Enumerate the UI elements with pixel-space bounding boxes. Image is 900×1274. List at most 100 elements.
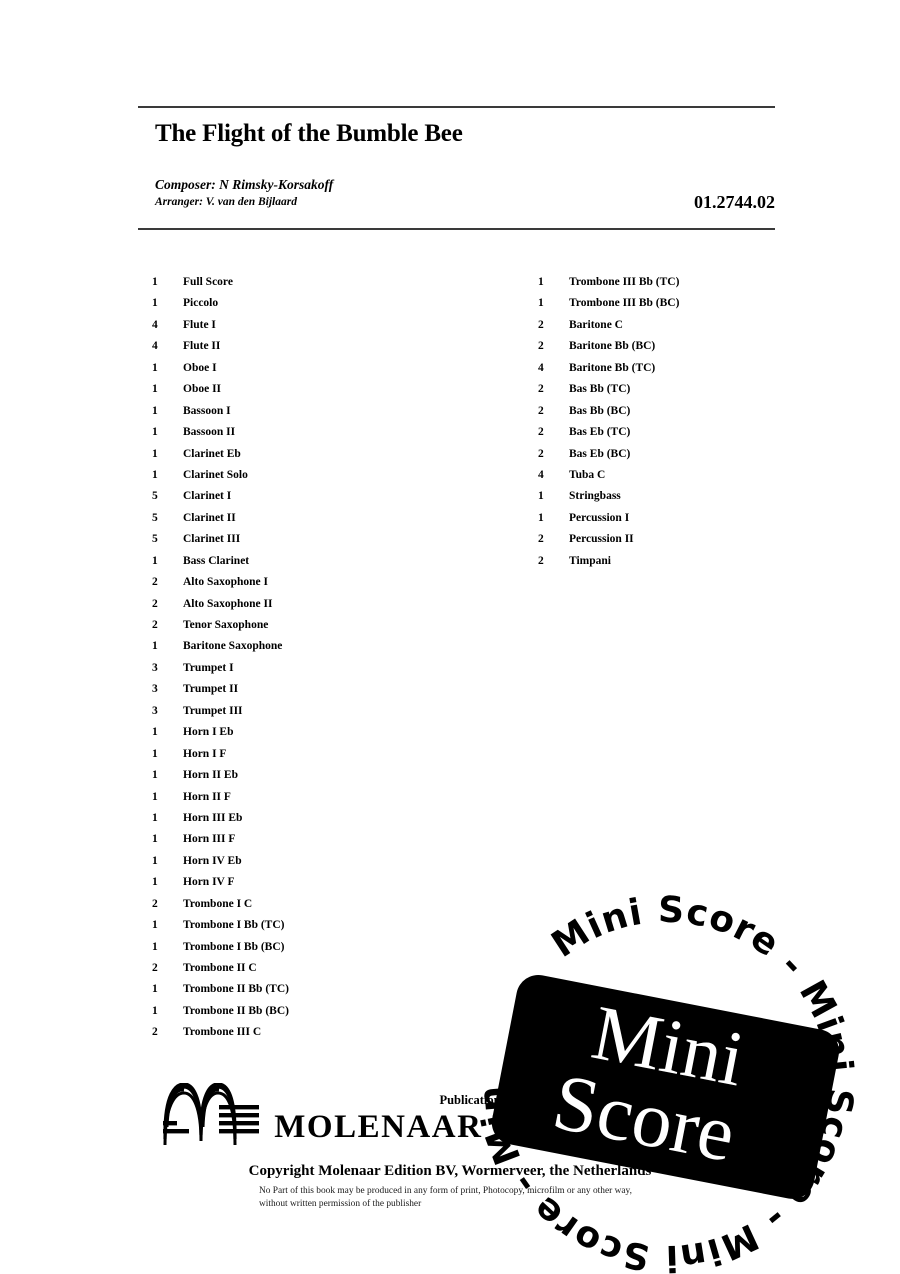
score-cover-page: The Flight of the Bumble Bee Composer: N… [0,0,900,1274]
instrument-quantity: 1 [538,297,544,310]
instrument-name: Baritone C [569,318,623,331]
fineprint-line-2: without written permission of the publis… [259,1198,422,1209]
fineprint-line-1: No Part of this book may be produced in … [259,1186,632,1196]
instrument-name: Trumpet II [183,683,239,696]
instrument-quantity: 1 [152,747,158,760]
publication-tag: Publication [439,1093,501,1107]
instrument-name: Horn III Eb [183,811,243,824]
instrument-quantity: 5 [152,533,158,546]
instrument-quantity: 1 [152,726,158,739]
instrument-quantity: 1 [152,447,158,460]
instrument-name: Baritone Bb (BC) [569,340,656,353]
instrument-name: Horn IV F [183,876,235,889]
instrument-quantity: 1 [152,833,158,846]
header-top-rule [138,106,775,108]
instrument-name: Clarinet II [183,511,236,524]
instrument-quantity: 1 [152,640,158,653]
instrument-name: Baritone Saxophone [183,640,283,653]
instrument-name: Clarinet Solo [183,468,248,481]
instrument-quantity: 4 [152,340,158,353]
instrument-name: Trombone II Bb (TC) [183,983,289,996]
instrument-name: Clarinet Eb [183,447,241,460]
instrument-name: Trombone I C [183,897,253,910]
instrument-name: Alto Saxophone I [183,576,268,589]
instrument-quantity: 2 [538,383,544,396]
instrument-name: Horn I Eb [183,726,234,739]
instrument-name: Bas Bb (BC) [569,404,631,417]
instrument-name: Percussion II [569,533,634,546]
instrument-quantity: 1 [152,361,158,374]
publisher-wordmark: MOLENAAR EDITION [274,1109,646,1145]
fineprint-notice: No Part of this book may be produced in … [259,1185,779,1210]
instrument-name: Horn II F [183,790,231,803]
instrument-name: Bassoon II [183,426,236,439]
instrument-quantity: 5 [152,511,158,524]
instrument-name: Trumpet I [183,661,234,674]
instrument-quantity: 1 [538,276,544,288]
instrument-quantity: 3 [152,661,158,674]
instrument-quantity: 4 [538,468,544,481]
instrument-quantity: 1 [152,854,158,867]
instrument-name: Trumpet III [183,704,243,717]
instrument-name: Full Score [183,276,233,288]
instrument-name: Clarinet III [183,533,241,546]
instrument-name: Bas Eb (TC) [569,426,631,439]
instrument-name: Baritone Bb (TC) [569,361,656,374]
instrument-name: Oboe II [183,383,222,396]
instrument-quantity: 2 [538,533,544,546]
instrument-quantity: 2 [152,962,158,974]
instrument-quantity: 1 [152,426,158,439]
instrument-name: Bassoon I [183,404,231,417]
instrument-name: Piccolo [183,297,219,310]
instrument-name: Horn I F [183,747,227,760]
header-bottom-rule [138,228,775,230]
instrument-name: Percussion I [569,511,630,524]
instrument-quantity: 2 [538,554,544,567]
instrument-quantity: 2 [538,426,544,439]
instrument-quantity: 2 [152,1026,158,1039]
catalog-number: 01.2744.02 [694,192,775,212]
instrument-quantity: 1 [152,811,158,824]
instrument-quantity: 1 [538,511,544,524]
instrument-quantity: 2 [152,597,158,610]
instrument-quantity: 1 [152,919,158,932]
instrument-quantity: 1 [152,876,158,889]
instrument-quantity: 2 [538,404,544,417]
instrument-name: Tenor Saxophone [183,619,269,631]
instrument-name: Oboe I [183,361,217,374]
instrument-quantity: 1 [152,554,158,567]
instrument-quantity: 1 [152,468,158,481]
instrument-quantity: 1 [152,1004,158,1017]
instrument-name: Horn III F [183,833,236,846]
instrument-quantity: 1 [152,940,158,953]
composer-label: Composer: N Rimsky-Korsakoff [155,177,334,192]
instrument-name: Bas Eb (BC) [569,447,631,460]
instrument-name: Trombone II Bb (BC) [183,1004,289,1017]
instrument-quantity: 5 [152,490,158,503]
instrument-name: Trombone I Bb (TC) [183,919,285,932]
instrument-name: Trombone I Bb (BC) [183,940,285,953]
instrument-name: Flute I [183,318,216,331]
instrument-name: Horn II Eb [183,769,238,782]
instrument-quantity: 2 [538,447,544,460]
instrument-quantity: 1 [152,790,158,803]
stamp-band-line-1: Mini [586,988,752,1102]
instrument-quantity: 4 [152,318,158,331]
instrument-quantity: 1 [538,490,544,503]
instrument-quantity: 3 [152,704,158,717]
instrument-quantity: 3 [152,683,158,696]
instrument-name: Trombone III Bb (TC) [569,276,680,288]
instrument-name: Trombone II C [183,962,257,974]
instrument-quantity: 1 [152,276,158,288]
instrument-name: Tuba C [569,468,606,481]
instrument-name: Trombone III C [183,1026,262,1039]
instrument-quantity: 1 [152,383,158,396]
instrument-quantity: 2 [152,619,158,631]
instrument-quantity: 2 [152,576,158,589]
copyright-line: Copyright Molenaar Edition BV, Wormervee… [248,1163,652,1179]
instrument-name: Bas Bb (TC) [569,383,631,396]
instrument-name: Stringbass [569,490,621,503]
instrument-name: Bass Clarinet [183,554,250,567]
instrument-quantity: 1 [152,404,158,417]
arranger-label: Arranger: V. van den Bijlaard [155,196,297,208]
